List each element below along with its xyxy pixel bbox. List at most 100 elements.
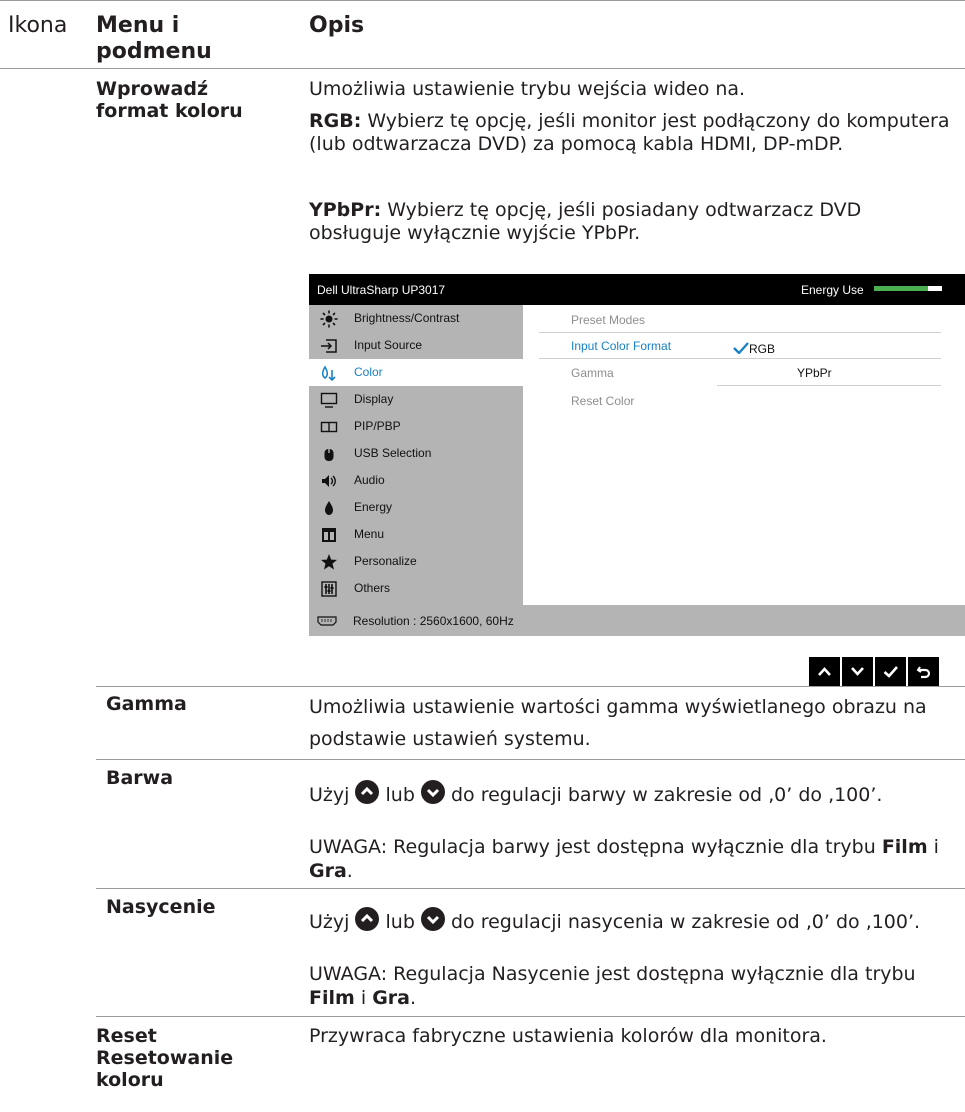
menu-icon [322, 528, 336, 542]
sat-note-text: Regulacja Nasycenie jest dostępna wyłącz… [393, 963, 916, 985]
osd-main-menu: Brightness/Contrast Input Source Color D… [309, 305, 523, 605]
resolution-text: Resolution : 2560x1600, 60Hz [353, 614, 514, 628]
hue-note-label: UWAGA: [309, 836, 388, 858]
top-rule [0, 0, 965, 1]
menu-item-label: Energy [354, 500, 393, 514]
energy-meter-fill [874, 286, 929, 291]
menu-item-energy[interactable]: Energy [309, 494, 523, 521]
osd-menu: Dell UltraSharp UP3017 Energy Use Bright… [309, 274, 965, 636]
menu-item-menu[interactable]: Menu [309, 521, 523, 548]
row-rule [96, 1016, 965, 1017]
hue-conj: i [933, 836, 939, 858]
reset-desc: Przywraca fabryczne ustawienia kolorów d… [309, 1025, 827, 1047]
gamma-desc: Umożliwia ustawienie wartości gamma wyśw… [309, 696, 927, 750]
up-icon [355, 780, 380, 804]
ypbpr-text: Wybierz tę opcję, jeśli posiadany odtwar… [309, 199, 862, 244]
option-rgb[interactable]: RGB [733, 342, 775, 356]
saturation-desc: Użyj lub do regulacji nasycenia w zakres… [309, 907, 961, 933]
icf-ypbpr-desc: YPbPr: Wybierz tę opcję, jeśli posiadany… [309, 199, 959, 245]
submenu-gamma[interactable]: Gamma [571, 366, 614, 380]
row-rule [96, 759, 965, 760]
display-icon [320, 392, 338, 408]
color-icon [321, 365, 336, 382]
energy-meter [874, 286, 942, 291]
nav-ok-button[interactable] [875, 657, 906, 686]
option-ypbpr[interactable]: YPbPr [797, 366, 832, 380]
menu-item-display[interactable]: Display [309, 386, 523, 413]
back-icon [916, 666, 931, 679]
term-reset-2: Resetowanie koloru [96, 1047, 234, 1091]
usb-icon [324, 446, 334, 461]
menu-item-label: Input Source [354, 338, 423, 352]
pip-pbp-icon [320, 421, 338, 433]
ypbpr-label: YPbPr: [309, 199, 382, 221]
sat-or: lub [385, 911, 415, 933]
hue-mode-film: Film [881, 836, 928, 858]
menu-item-label: Menu [354, 527, 385, 541]
menu-item-personalize[interactable]: Personalize [309, 548, 523, 575]
nav-back-button[interactable] [908, 657, 939, 686]
menu-item-input-source[interactable]: Input Source [309, 332, 523, 359]
energy-use-label: Energy Use [801, 283, 864, 297]
osd-title: Dell UltraSharp UP3017 [317, 283, 446, 297]
option-rgb-label: RGB [749, 342, 776, 356]
osd-title-bar: Dell UltraSharp UP3017 Energy Use [309, 274, 965, 305]
submenu-reset-color[interactable]: Reset Color [571, 394, 634, 408]
menu-item-brightness-contrast[interactable]: Brightness/Contrast [309, 305, 523, 332]
header-rule [0, 68, 965, 69]
others-icon [321, 581, 337, 597]
term-input-color-format: Wprowadź format koloru [96, 78, 243, 122]
icf-intro: Umożliwia ustawienie trybu wejścia wideo… [309, 78, 746, 100]
term-hue: Barwa [106, 767, 174, 789]
menu-item-audio[interactable]: Audio [309, 467, 523, 494]
nav-down-button[interactable] [842, 657, 873, 686]
menu-item-others[interactable]: Others [309, 575, 523, 602]
menu-item-label: Others [354, 581, 391, 595]
hdmi-port-icon [317, 616, 337, 626]
menu-item-label: PIP/PBP [354, 419, 401, 433]
sat-note-label: UWAGA: [309, 963, 388, 985]
menu-item-label: Personalize [354, 554, 417, 568]
sat-rest: do regulacji nasycenia w zakresie od ‚0’… [450, 911, 921, 933]
menu-item-label: Display [354, 392, 394, 406]
col-header-icon: Ikona [8, 13, 68, 38]
submenu-input-color-format[interactable]: Input Color Format [571, 339, 671, 353]
audio-icon [322, 475, 336, 487]
row-rule [96, 686, 965, 687]
hue-mode-game: Gra [309, 860, 347, 882]
down-icon [420, 780, 445, 804]
menu-item-label: Brightness/Contrast [354, 311, 460, 325]
menu-item-pip-pbp[interactable]: PIP/PBP [309, 413, 523, 440]
hue-note: UWAGA: Regulacja barwy jest dostępna wył… [309, 835, 961, 883]
menu-item-label: Audio [354, 473, 385, 487]
menu-item-label: Color [354, 365, 383, 379]
term-gamma: Gamma [106, 693, 187, 715]
hue-use: Użyj [309, 784, 350, 806]
menu-item-label: USB Selection [354, 446, 432, 460]
col-header-menu: Menu i podmenu [96, 13, 212, 64]
up-icon [355, 907, 380, 931]
icf-rgb-desc: RGB: Wybierz tę opcję, jeśli monitor jes… [309, 110, 959, 156]
check-icon [733, 342, 749, 355]
row-rule [96, 888, 965, 889]
menu-item-usb-selection[interactable]: USB Selection [309, 440, 523, 467]
hue-or: lub [385, 784, 415, 806]
sat-conj: i [360, 987, 367, 1009]
submenu-preset-modes[interactable]: Preset Modes [571, 313, 645, 327]
star-icon [321, 554, 337, 570]
option-divider [717, 358, 941, 359]
hue-desc: Użyj lub do regulacji barwy w zakresie o… [309, 780, 961, 806]
option-divider [717, 385, 941, 386]
energy-icon [325, 501, 333, 515]
sat-use: Użyj [309, 911, 350, 933]
sat-mode-game: Gra [372, 987, 410, 1009]
osd-status-bar: Resolution : 2560x1600, 60Hz [309, 605, 965, 636]
submenu-divider [539, 332, 941, 333]
rgb-text: Wybierz tę opcję, jeśli monitor jest pod… [309, 110, 950, 155]
input-source-icon [321, 339, 337, 353]
menu-item-color[interactable]: Color [309, 359, 523, 386]
nav-up-button[interactable] [809, 657, 840, 686]
sat-mode-film: Film [309, 987, 355, 1009]
saturation-note: UWAGA: Regulacja Nasycenie jest dostępna… [309, 962, 961, 1010]
up-icon [818, 667, 831, 676]
